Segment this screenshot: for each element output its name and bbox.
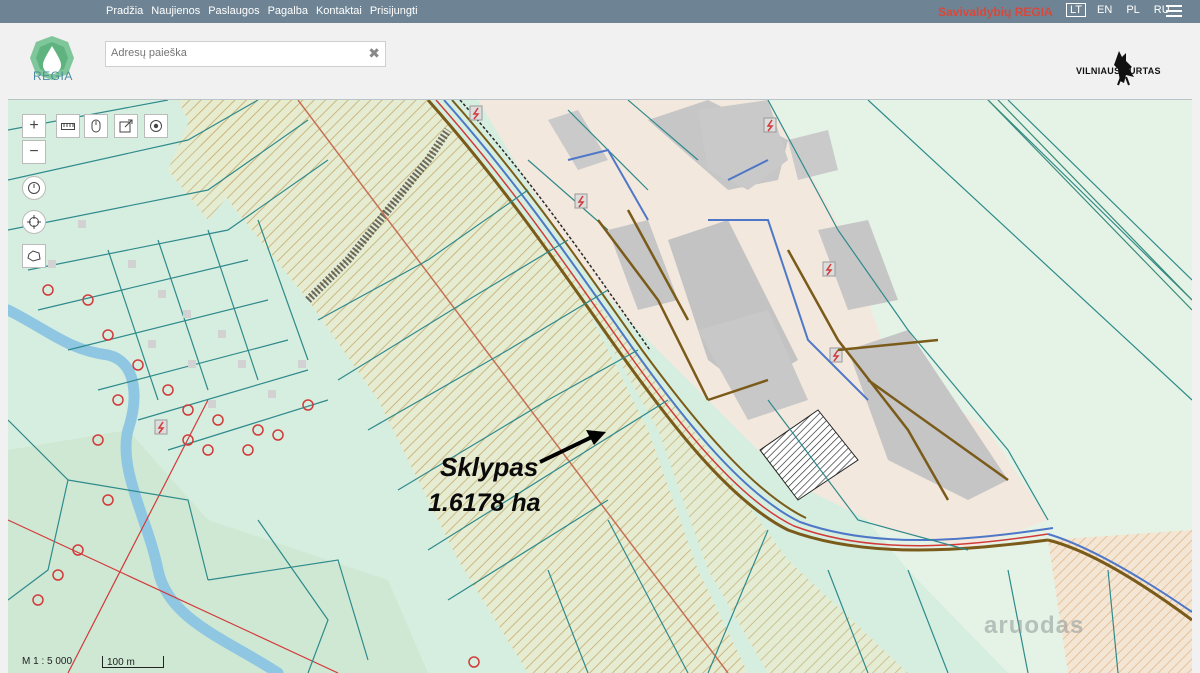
address-search: ✖ (105, 41, 386, 67)
target-icon (150, 120, 162, 132)
vilniaus-turtas-logo-text: VILNIAUS TURTAS (1076, 66, 1161, 76)
top-nav-bar: Pradžia Naujienos Paslaugos Pagalba Kont… (0, 0, 1200, 23)
locate-button[interactable] (144, 114, 168, 138)
scale-bar: 100 m (102, 656, 164, 668)
map-canvas[interactable] (8, 100, 1192, 673)
nav-pagalba[interactable]: Pagalba (268, 5, 308, 17)
zoom-in-button[interactable]: + (22, 114, 46, 138)
language-switcher: LT EN PL RU (1066, 3, 1181, 17)
nav-pradzia[interactable]: Pradžia (106, 5, 143, 17)
lang-pl[interactable]: PL (1123, 3, 1142, 17)
header: REGIA ✖ VILNIAUS TURTAS (0, 23, 1200, 99)
measure-tool-button[interactable] (56, 114, 80, 138)
scale-text: M 1 : 5 000 (22, 656, 73, 667)
scale-bar-label: 100 m (107, 657, 135, 668)
ruler-icon (61, 123, 75, 130)
external-link-icon (119, 119, 133, 133)
zoom-out-button[interactable]: − (22, 140, 46, 164)
clear-icon[interactable]: ✖ (368, 45, 380, 62)
mouse-icon (91, 119, 101, 133)
crosshair-button[interactable] (22, 210, 46, 234)
polygon-icon (27, 250, 41, 262)
lang-en[interactable]: EN (1094, 3, 1115, 17)
nav-paslaugos[interactable]: Paslaugos (208, 5, 259, 17)
address-search-input[interactable] (106, 42, 361, 64)
clock-icon (28, 182, 40, 194)
plot-area-label: 1.6178 ha (428, 489, 541, 517)
crosshair-icon (27, 215, 41, 229)
menu-icon[interactable] (1166, 5, 1182, 17)
map-view[interactable]: + − Sklypas 1.6178 ha M 1 : 5 000 100 m … (8, 99, 1192, 673)
watermark: aruodas (984, 612, 1085, 639)
regia-logo-text: REGIA (33, 69, 73, 83)
site-title: Savivaldybių REGIA (938, 5, 1053, 19)
export-button[interactable] (114, 114, 138, 138)
nav-naujienos[interactable]: Naujienos (151, 5, 200, 17)
nav-kontaktai[interactable]: Kontaktai (316, 5, 362, 17)
nav-prisijungti[interactable]: Prisijungti (370, 5, 418, 17)
draw-polygon-button[interactable] (22, 244, 46, 268)
main-nav: Pradžia Naujienos Paslaugos Pagalba Kont… (106, 5, 418, 17)
mouse-tool-button[interactable] (84, 114, 108, 138)
plot-label: Sklypas (440, 452, 539, 482)
history-button[interactable] (22, 176, 46, 200)
lang-lt[interactable]: LT (1066, 3, 1087, 17)
